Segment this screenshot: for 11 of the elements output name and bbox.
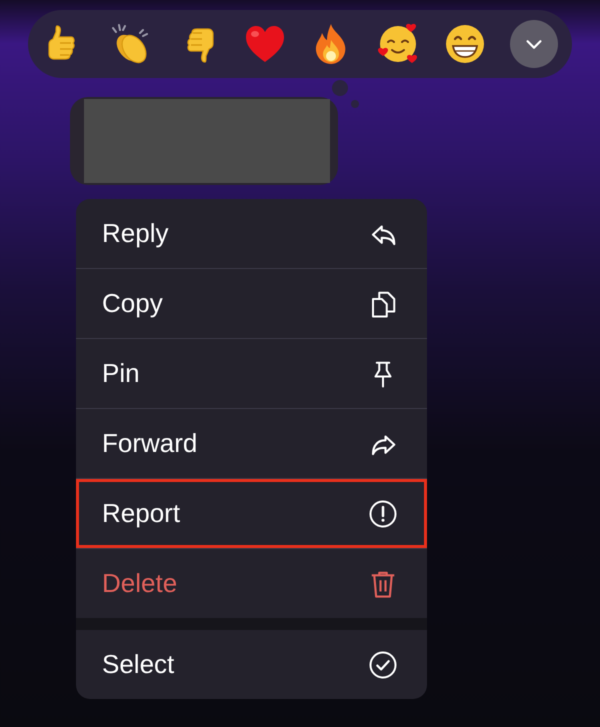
menu-item[interactable]: Copy [76, 269, 427, 338]
menu-item[interactable]: Report [76, 479, 427, 548]
menu-item[interactable]: Reply [76, 199, 427, 268]
more-reactions-button[interactable] [510, 20, 558, 68]
menu-item[interactable]: Select [76, 630, 427, 699]
exclamation-circle-icon [368, 498, 398, 528]
menu-item[interactable]: Forward [76, 409, 427, 478]
menu-item[interactable]: Pin [76, 339, 427, 408]
menu-item[interactable]: Delete [76, 549, 427, 618]
bubble-dots-icon [330, 80, 362, 108]
check-circle-icon [368, 650, 398, 680]
